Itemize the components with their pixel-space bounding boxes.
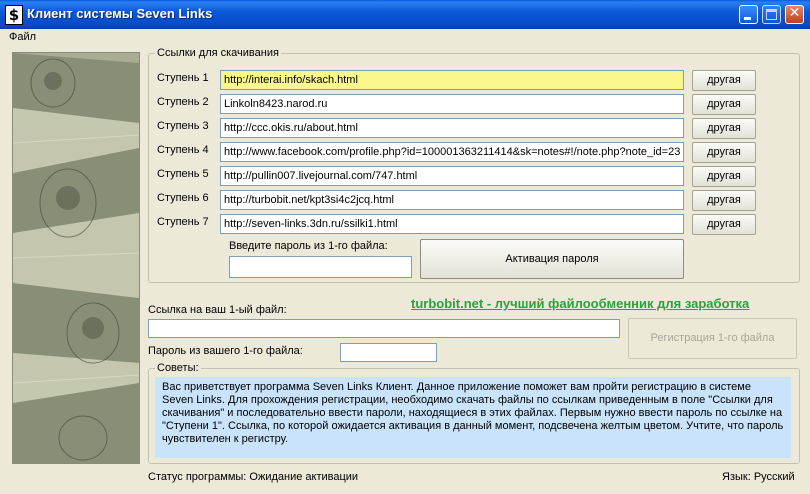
app-window: $ Клиент системы Seven Links ✕ Файл Ссыл… [0,0,810,494]
password-prompt-label: Введите пароль из 1-го файла: [229,240,388,252]
step-4-url-field[interactable]: http://www.facebook.com/profile.php?id=1… [220,142,684,162]
step-3-other-button[interactable]: другая [692,118,756,139]
password-input[interactable] [229,256,412,278]
tips-legend: Советы: [157,362,199,374]
step-5-label: Ступень 5 [157,168,209,180]
step-5-url-field[interactable]: http://pullin007.livejournal.com/747.htm… [220,166,684,186]
minimize-button[interactable] [739,5,758,24]
file-link-label: Ссылка на ваш 1-ый файл: [148,304,287,316]
step-7-label: Ступень 7 [157,216,209,228]
menu-bar: Файл [0,29,810,47]
activate-password-button[interactable]: Активация пароля [420,239,684,279]
file-link-input[interactable] [148,319,620,338]
window-title: Клиент системы Seven Links [27,6,213,21]
tips-text: Вас приветствует программа Seven Links К… [155,377,791,458]
minimize-icon [744,17,751,20]
status-text: Статус программы: Ожидание активации [148,471,359,483]
step-4-label: Ступень 4 [157,144,209,156]
close-icon: ✕ [788,5,801,21]
register-file-button[interactable]: Регистрация 1-го файла [628,318,797,359]
step-6-other-button[interactable]: другая [692,190,756,211]
title-bar[interactable]: $ Клиент системы Seven Links ✕ [0,0,810,29]
step-3-url-field[interactable]: http://ccc.okis.ru/about.html [220,118,684,138]
money-banner-image [12,52,140,464]
step-4-other-button[interactable]: другая [692,142,756,163]
file-password-input[interactable] [340,343,437,362]
file-password-label: Пароль из вашего 1-го файла: [148,345,303,357]
maximize-button[interactable] [762,5,781,24]
step-7-url-field[interactable]: http://seven-links.3dn.ru/ssilki1.html [220,214,684,234]
step-5-other-button[interactable]: другая [692,166,756,187]
step-2-label: Ступень 2 [157,96,209,108]
step-1-url-field[interactable]: http://interai.info/skach.html [220,70,684,90]
step-7-other-button[interactable]: другая [692,214,756,235]
promo-link[interactable]: turbobit.net - лучший файлообменник для … [411,296,749,311]
language-indicator: Язык: Русский [722,471,795,483]
step-6-url-field[interactable]: http://turbobit.net/kpt3si4c2jcq.html [220,190,684,210]
step-2-other-button[interactable]: другая [692,94,756,115]
step-1-label: Ступень 1 [157,72,209,84]
step-6-label: Ступень 6 [157,192,209,204]
download-links-legend: Ссылки для скачивания [157,47,279,59]
close-button[interactable]: ✕ [785,5,804,24]
menu-file[interactable]: Файл [9,31,36,43]
step-1-other-button[interactable]: другая [692,70,756,91]
maximize-icon [766,9,777,20]
step-3-label: Ступень 3 [157,120,209,132]
step-2-url-field[interactable]: Linkoln8423.narod.ru [220,94,684,114]
dollar-icon: $ [5,5,23,25]
